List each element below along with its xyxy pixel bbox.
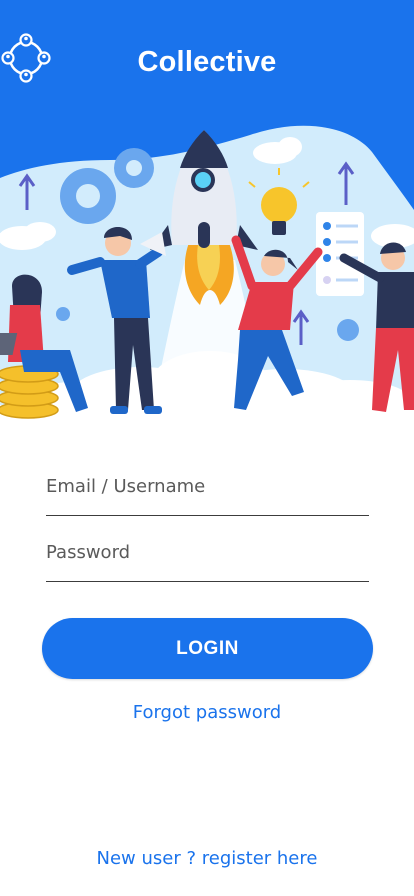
app-title: Collective xyxy=(137,45,277,78)
email-field-wrapper xyxy=(46,464,369,516)
email-input[interactable] xyxy=(46,464,369,515)
forgot-password-link[interactable]: Forgot password xyxy=(0,702,414,723)
team-network-icon xyxy=(1,33,51,83)
brand-header: Collective xyxy=(0,32,414,92)
coin-stack xyxy=(0,365,59,419)
login-button[interactable]: LOGIN xyxy=(42,618,373,679)
register-link[interactable]: New user ? register here xyxy=(0,848,414,869)
password-field-wrapper xyxy=(46,530,369,582)
hero-section: Collective xyxy=(0,0,414,420)
checklist-icon xyxy=(316,212,364,296)
password-input[interactable] xyxy=(46,530,369,581)
